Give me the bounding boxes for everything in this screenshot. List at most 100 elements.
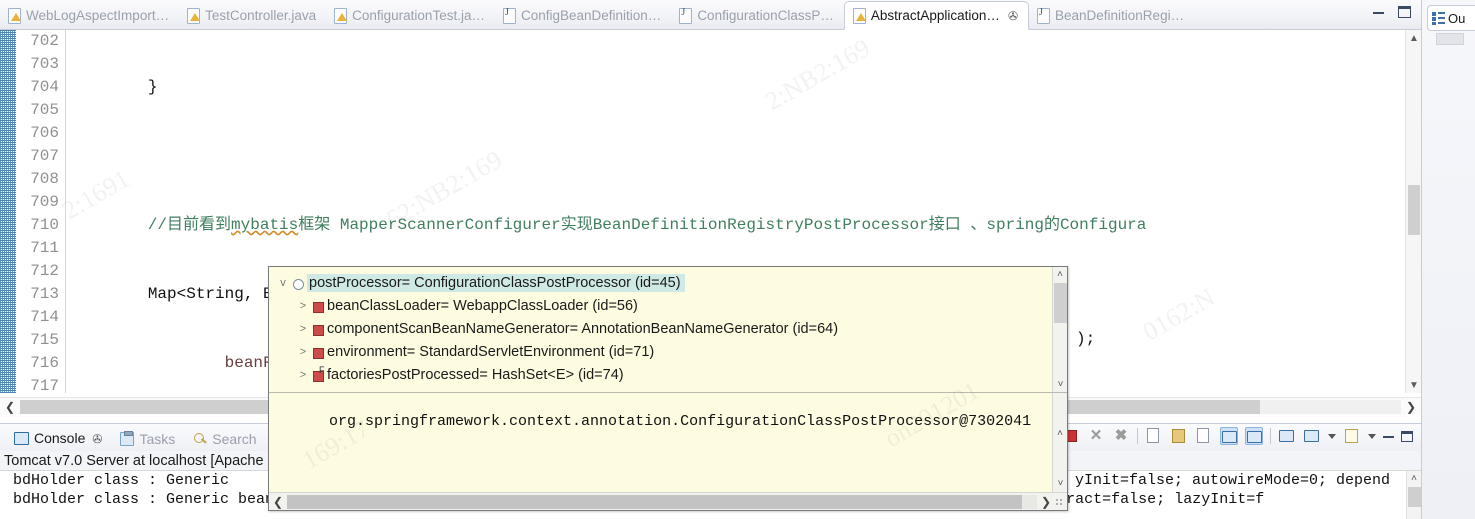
line-number: 710 xyxy=(30,216,59,234)
remove-all-terminated-button[interactable]: ✖ xyxy=(1112,427,1130,445)
editor-vertical-scrollbar[interactable]: ▲ ▼ xyxy=(1405,30,1421,393)
line-number: 713 xyxy=(30,285,59,303)
variable-row-0[interactable]: v postProcessor= ConfigurationClassPostP… xyxy=(269,271,1067,294)
scroll-left-icon[interactable]: ❮ xyxy=(269,493,287,511)
variable-detail-text: org.springframework.context.annotation.C… xyxy=(329,413,1032,430)
editor-tab-1[interactable]: TestController.java xyxy=(179,1,326,29)
editor-tab-2[interactable]: ConfigurationTest.ja… xyxy=(326,1,495,29)
restore-view-placeholder[interactable] xyxy=(1436,33,1464,45)
new-console-icon xyxy=(1345,429,1358,443)
scroll-down-icon[interactable]: ˅ xyxy=(1053,477,1067,492)
scroll-right-icon[interactable]: ❯ xyxy=(1401,398,1421,416)
display-console-icon xyxy=(1304,430,1319,442)
variable-label: beanClassLoader= WebappClassLoader (id=5… xyxy=(327,297,638,314)
line-number: 715 xyxy=(30,331,59,349)
pin-console-button[interactable] xyxy=(1278,427,1296,445)
popup-tree-scrollbar[interactable]: ˄ ˅ xyxy=(1052,267,1067,392)
chevron-right-icon[interactable]: > xyxy=(295,323,311,335)
show-console-on-stdout-button[interactable] xyxy=(1220,427,1238,445)
editor-tab-3[interactable]: ConfigBeanDefinition… xyxy=(495,1,671,29)
console-line-1-right: yInit=false; autowireMode=0; depend xyxy=(1075,472,1391,489)
display-selected-console-button[interactable] xyxy=(1303,427,1321,445)
close-icon[interactable]: ✇ xyxy=(92,432,102,446)
line-number: 706 xyxy=(30,124,59,142)
java-icon xyxy=(679,7,693,24)
console-tab-label: Console xyxy=(34,429,86,446)
line-number: 703 xyxy=(30,55,59,73)
maximize-icon[interactable] xyxy=(1398,6,1411,18)
clear-icon xyxy=(1147,428,1159,443)
console-line-1: bdHolder class : Generic xyxy=(4,472,230,489)
line-number: 711 xyxy=(30,239,59,257)
resize-grip[interactable] xyxy=(1055,498,1067,510)
minimize-icon[interactable] xyxy=(1373,11,1384,14)
scroll-up-icon[interactable]: ˄ xyxy=(1407,471,1421,486)
show-console-on-stderr-button[interactable] xyxy=(1245,427,1263,445)
console-tab-label: Search xyxy=(212,430,257,447)
output-icon xyxy=(1197,428,1209,443)
close-icon[interactable]: ✇ xyxy=(1008,10,1018,22)
clear-console-button[interactable] xyxy=(1145,427,1163,445)
java-warn-icon xyxy=(852,8,866,24)
scroll-left-icon[interactable]: ❮ xyxy=(0,398,20,416)
scroll-thumb[interactable] xyxy=(1408,185,1420,235)
field-icon xyxy=(311,299,327,313)
scroll-up-icon[interactable]: ▲ xyxy=(1406,30,1422,46)
toolbar-divider xyxy=(1270,428,1271,444)
pin-icon xyxy=(1279,430,1294,442)
variable-row-1[interactable]: > beanClassLoader= WebappClassLoader (id… xyxy=(269,294,1067,317)
scroll-up-icon[interactable]: ˄ xyxy=(1053,427,1067,442)
variable-row-2[interactable]: > componentScanBeanNameGenerator= Annota… xyxy=(269,317,1067,340)
outline-view-tab[interactable]: Ou xyxy=(1427,5,1475,31)
editor-tab-6[interactable]: BeanDefinitionRegi… xyxy=(1029,1,1194,29)
chevron-right-icon[interactable]: > xyxy=(295,300,311,312)
scroll-up-icon[interactable]: ˄ xyxy=(1053,267,1067,282)
h-scroll-track[interactable] xyxy=(287,494,1037,509)
java-icon xyxy=(502,7,516,24)
variable-tree[interactable]: v postProcessor= ConfigurationClassPostP… xyxy=(269,267,1067,392)
editor-tab-4[interactable]: ConfigurationClassP… xyxy=(671,1,844,29)
variable-detail-pane[interactable]: org.springframework.context.annotation.C… xyxy=(269,393,1067,492)
maximize-icon[interactable] xyxy=(1401,430,1413,442)
editor-tab-0[interactable]: WebLogAspectImport… xyxy=(0,1,179,29)
chevron-right-icon[interactable]: > xyxy=(295,346,311,358)
variable-label: componentScanBeanNameGenerator= Annotati… xyxy=(327,320,839,337)
tab-tasks[interactable]: Tasks xyxy=(112,426,183,451)
scroll-down-icon[interactable]: ▼ xyxy=(1406,377,1422,393)
popup-detail-scrollbar[interactable]: ˄ ˅ xyxy=(1052,393,1067,492)
line-number-gutter: 702 703 704 705 706 707 708 709 710 711 … xyxy=(16,30,66,395)
variable-inspect-popup[interactable]: v postProcessor= ConfigurationClassPostP… xyxy=(268,266,1068,511)
scroll-thumb[interactable] xyxy=(1408,487,1421,507)
display-console-dropdown-icon[interactable] xyxy=(1328,433,1336,439)
editor-tab-label: ConfigurationTest.ja… xyxy=(352,7,485,23)
chevron-right-icon[interactable]: > xyxy=(295,369,311,381)
h-scroll-thumb[interactable] xyxy=(287,494,1022,509)
show-console-on-output-button[interactable] xyxy=(1195,427,1213,445)
new-console-view-button[interactable] xyxy=(1343,427,1361,445)
minimize-icon[interactable] xyxy=(1383,435,1394,438)
editor-tab-label: BeanDefinitionRegi… xyxy=(1055,7,1185,23)
lock-icon xyxy=(1172,429,1185,443)
variable-row-3[interactable]: > environment= StandardServletEnvironmen… xyxy=(269,340,1067,363)
console-scrollbar[interactable]: ˄ xyxy=(1406,471,1421,519)
new-console-dropdown-icon[interactable] xyxy=(1368,433,1376,439)
editor-tab-5-active[interactable]: AbstractApplication… ✇ xyxy=(843,1,1029,30)
scroll-right-icon[interactable]: ❯ xyxy=(1037,493,1055,511)
variable-label: factoriesPostProcessed= HashSet<E> (id=7… xyxy=(327,366,624,383)
lock-scroll-button[interactable] xyxy=(1170,427,1188,445)
tab-console[interactable]: Console ✇ xyxy=(6,426,110,451)
change-marker-bar xyxy=(0,30,16,393)
scroll-down-icon[interactable]: ˅ xyxy=(1053,377,1067,392)
tab-search[interactable]: Search xyxy=(185,426,264,451)
remove-launch-button[interactable]: ✕ xyxy=(1087,427,1105,445)
editor-tab-label: ConfigurationClassP… xyxy=(697,7,834,23)
variable-label: environment= StandardServletEnvironment … xyxy=(327,343,655,360)
variable-row-4[interactable]: > factoriesPostProcessed= HashSet<E> (id… xyxy=(269,363,1067,386)
editor-tab-label: WebLogAspectImport… xyxy=(26,7,170,23)
console-toolbar: ✕ ✖ xyxy=(1062,427,1413,445)
chevron-down-icon[interactable]: v xyxy=(275,277,291,289)
popup-horizontal-scrollbar[interactable]: ❮ ❯ xyxy=(269,492,1067,510)
console-tab-label: Tasks xyxy=(139,430,176,447)
line-number: 714 xyxy=(30,308,59,326)
scroll-thumb[interactable] xyxy=(1054,283,1067,323)
